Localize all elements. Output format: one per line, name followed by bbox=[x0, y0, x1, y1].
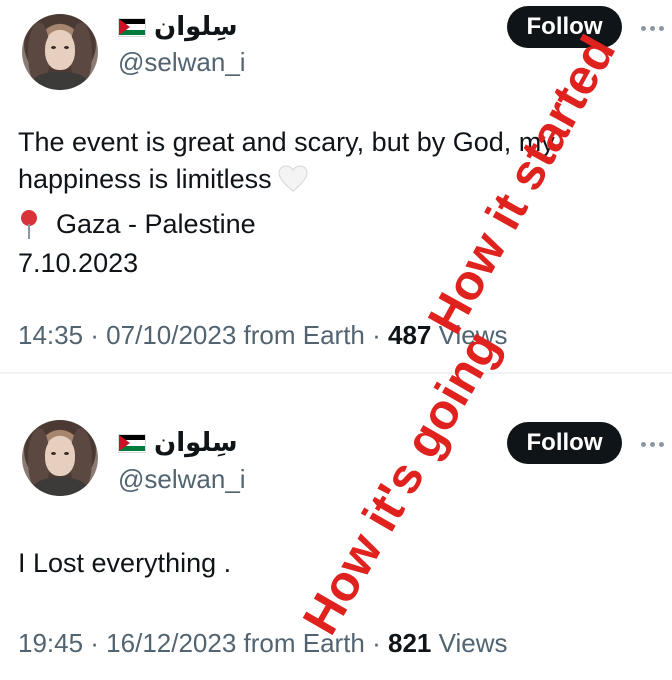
user-handle[interactable]: @selwan_i bbox=[118, 47, 246, 78]
tweet-text-line-2-wrap: happiness is limitless bbox=[18, 161, 555, 198]
views-count[interactable]: 821 bbox=[388, 628, 431, 658]
user-handle[interactable]: @selwan_i bbox=[118, 464, 246, 495]
white-heart-icon bbox=[278, 165, 308, 192]
display-name[interactable]: سِلوان bbox=[154, 428, 238, 458]
tweet-text-line-1: The event is great and scary, but by God… bbox=[18, 127, 555, 157]
round-pushpin-icon bbox=[18, 209, 40, 240]
avatar[interactable] bbox=[22, 420, 98, 496]
views-label: Views bbox=[431, 628, 508, 658]
timestamp[interactable]: 14:35 · 07/10/2023 from Earth · bbox=[18, 320, 388, 350]
tweet-text: I Lost everything . bbox=[18, 548, 232, 578]
post-date-text: 7.10.2023 bbox=[18, 248, 139, 278]
palestine-flag-icon bbox=[118, 17, 146, 37]
tweet-meta: 19:45 · 16/12/2023 from Earth · 821 View… bbox=[18, 628, 508, 659]
follow-button[interactable]: Follow bbox=[507, 422, 622, 464]
views-count[interactable]: 487 bbox=[388, 320, 431, 350]
name-row: سِلوان bbox=[118, 428, 238, 458]
name-row: سِلوان bbox=[118, 12, 238, 42]
tweet-text: The event is great and scary, but by God… bbox=[18, 124, 555, 198]
tweet-text-line-2: happiness is limitless bbox=[18, 164, 272, 194]
more-dots-icon[interactable] bbox=[641, 23, 669, 33]
display-name[interactable]: سِلوان bbox=[154, 12, 238, 42]
more-dots-icon[interactable] bbox=[641, 439, 669, 449]
location-text: Gaza - Palestine bbox=[56, 209, 256, 239]
avatar[interactable] bbox=[22, 14, 98, 90]
palestine-flag-icon bbox=[118, 433, 146, 453]
location-line: Gaza - Palestine bbox=[18, 206, 256, 243]
divider bbox=[0, 372, 672, 374]
